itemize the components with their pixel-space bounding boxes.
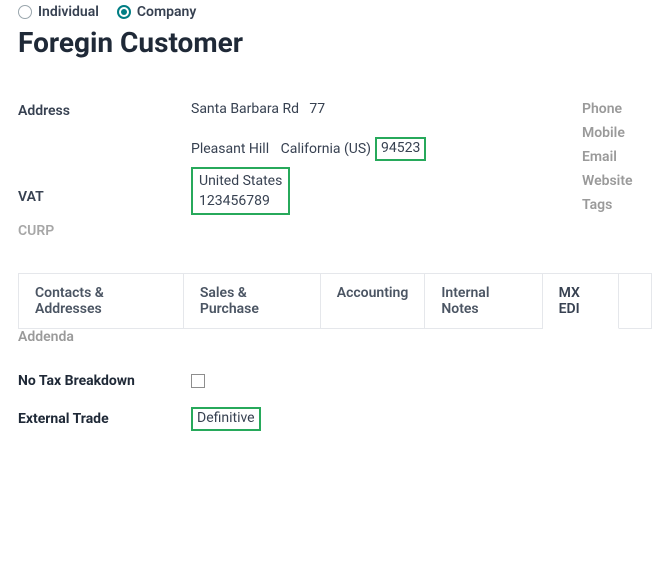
external-trade-label: External Trade — [18, 411, 191, 427]
tabs: Contacts & Addresses Sales & Purchase Ac… — [18, 273, 652, 329]
address-state[interactable]: California (US) — [281, 141, 371, 157]
country-vat-highlight: United States 123456789 — [191, 167, 290, 216]
phone-label: Phone — [582, 101, 652, 117]
page-title: Foregin Customer — [18, 26, 652, 59]
radio-individual-label: Individual — [38, 4, 99, 20]
contact-side-labels: Phone Mobile Email Website Tags — [582, 101, 652, 245]
radio-company[interactable]: Company — [117, 4, 196, 20]
address-content: Santa Barbara Rd 77 Pleasant Hill Califo… — [191, 101, 426, 161]
tab-mx-edi[interactable]: MX EDI — [543, 274, 619, 329]
address-country[interactable]: United States — [199, 171, 282, 191]
radio-circle-icon — [18, 5, 32, 19]
vat-value[interactable]: 123456789 — [199, 191, 282, 211]
party-type-radiogroup: Individual Company — [18, 0, 652, 20]
radio-circle-icon — [117, 5, 131, 19]
radio-company-label: Company — [137, 4, 196, 20]
address-city[interactable]: Pleasant Hill — [191, 141, 269, 157]
external-trade-value[interactable]: Definitive — [191, 407, 261, 431]
address-label: Address — [18, 101, 191, 119]
tab-internal-notes[interactable]: Internal Notes — [425, 274, 542, 329]
website-label: Website — [582, 173, 652, 189]
addenda-label: Addenda — [18, 329, 652, 345]
tab-contacts-addresses[interactable]: Contacts & Addresses — [19, 274, 184, 329]
no-tax-breakdown-checkbox[interactable] — [191, 374, 205, 388]
radio-individual[interactable]: Individual — [18, 4, 99, 20]
mobile-label: Mobile — [582, 125, 652, 141]
address-street[interactable]: Santa Barbara Rd — [191, 101, 299, 117]
tab-spacer — [619, 274, 651, 329]
address-zip[interactable]: 94523 — [375, 137, 426, 161]
curp-label: CURP — [18, 221, 191, 239]
address-street-no[interactable]: 77 — [309, 101, 325, 117]
no-tax-breakdown-label: No Tax Breakdown — [18, 373, 191, 389]
tags-label: Tags — [582, 197, 652, 213]
tabpane-mx-edi: Addenda No Tax Breakdown External Trade … — [18, 329, 652, 431]
email-label: Email — [582, 149, 652, 165]
tab-accounting[interactable]: Accounting — [321, 274, 426, 329]
tab-sales-purchase[interactable]: Sales & Purchase — [184, 274, 321, 329]
vat-label: VAT — [18, 167, 191, 205]
